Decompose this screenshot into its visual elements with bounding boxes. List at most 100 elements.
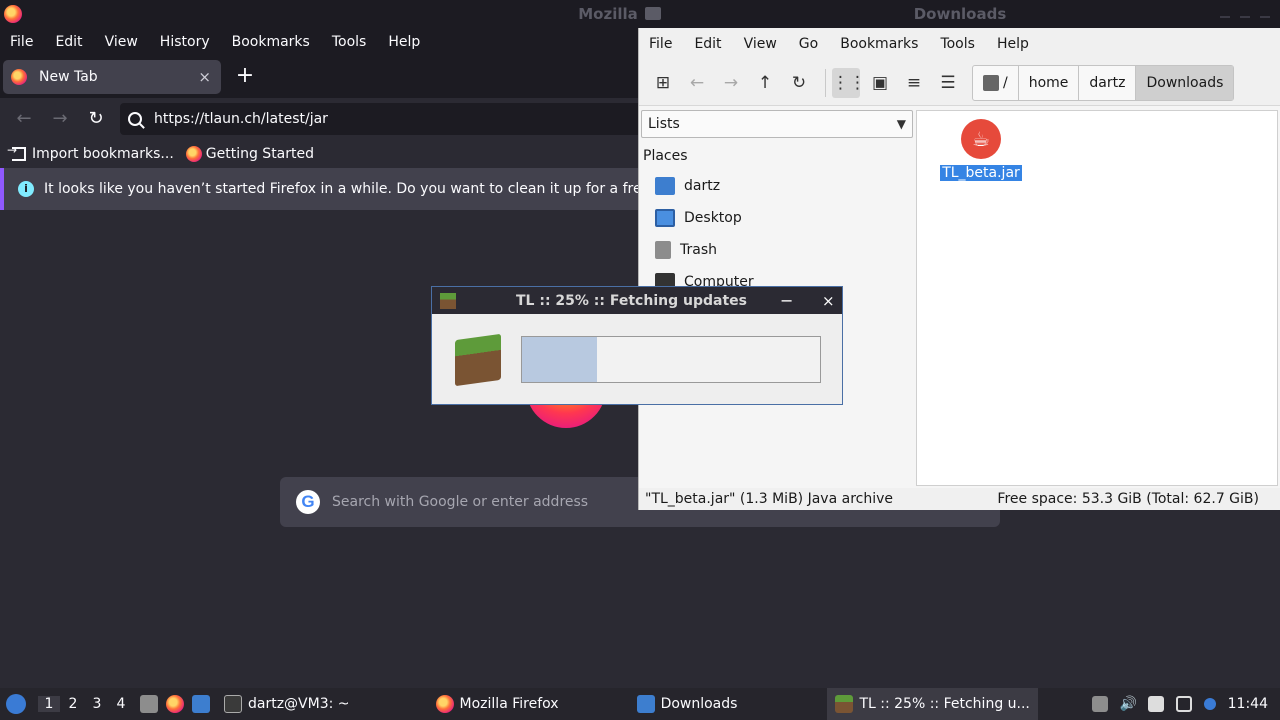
maximize-icon[interactable] bbox=[1240, 8, 1250, 18]
desktop-launcher-icon[interactable] bbox=[192, 695, 210, 713]
grass-block-icon bbox=[455, 333, 501, 387]
trash-icon bbox=[655, 241, 671, 259]
file-manager-launcher-icon[interactable] bbox=[140, 695, 158, 713]
breadcrumb-root[interactable]: / bbox=[973, 65, 1019, 100]
menu-help[interactable]: Help bbox=[388, 34, 420, 50]
notice-text: It looks like you haven’t started Firefo… bbox=[44, 181, 640, 197]
dialog-title: TL :: 25% :: Fetching updates bbox=[516, 292, 747, 309]
new-tab-button[interactable]: + bbox=[232, 64, 258, 90]
sidebar-mode-select[interactable]: Lists ▼ bbox=[641, 110, 913, 138]
back-button[interactable]: ← bbox=[12, 107, 36, 131]
task-label: Downloads bbox=[660, 696, 738, 712]
file-name: TL_beta.jar bbox=[940, 165, 1022, 181]
close-button[interactable]: × bbox=[822, 292, 835, 310]
folder-icon bbox=[645, 7, 661, 20]
bookmark-getting-started[interactable]: Getting Started bbox=[185, 146, 314, 162]
status-bar: "TL_beta.jar" (1.3 MiB) Java archive Fre… bbox=[639, 488, 1280, 510]
search-icon bbox=[128, 112, 142, 126]
clock[interactable]: 11:44 bbox=[1228, 696, 1268, 712]
task-downloads[interactable]: Downloads bbox=[629, 688, 746, 720]
tray-expand-icon[interactable] bbox=[1091, 696, 1108, 712]
breadcrumb-home[interactable]: home bbox=[1019, 65, 1080, 100]
volume-icon[interactable]: 🔊 bbox=[1120, 696, 1137, 712]
minimize-icon[interactable] bbox=[1220, 8, 1230, 18]
task-tl-launcher[interactable]: TL :: 25% :: Fetching u... bbox=[827, 688, 1038, 720]
status-selection: "TL_beta.jar" (1.3 MiB) Java archive bbox=[645, 491, 893, 507]
place-label: Desktop bbox=[684, 210, 742, 226]
minimize-button[interactable]: − bbox=[780, 291, 793, 310]
menu-go[interactable]: Go bbox=[799, 36, 818, 52]
clipboard-icon[interactable] bbox=[1147, 696, 1164, 712]
minecraft-icon bbox=[440, 292, 456, 309]
url-bar[interactable]: https://tlaun.ch/latest/jar bbox=[120, 103, 640, 135]
menu-view[interactable]: View bbox=[105, 34, 138, 50]
start-menu-icon[interactable] bbox=[6, 694, 26, 714]
back-icon[interactable]: ← bbox=[683, 68, 711, 98]
workspace-4[interactable]: 4 bbox=[110, 696, 132, 712]
menu-history[interactable]: History bbox=[160, 34, 210, 50]
reload-button[interactable]: ↻ bbox=[84, 107, 108, 131]
breadcrumb-dartz[interactable]: dartz bbox=[1079, 65, 1137, 100]
places-heading: Places bbox=[643, 148, 688, 164]
network-icon[interactable] bbox=[1175, 696, 1192, 712]
place-trash[interactable]: Trash bbox=[655, 238, 717, 262]
compact-view-icon[interactable]: ≡ bbox=[900, 68, 928, 98]
firefox-launcher-icon[interactable] bbox=[166, 695, 184, 713]
url-input[interactable]: https://tlaun.ch/latest/jar bbox=[154, 111, 328, 127]
detailed-view-icon[interactable]: ☰ bbox=[934, 68, 962, 98]
chevron-down-icon: ▼ bbox=[896, 117, 906, 131]
file-view[interactable]: ☕ TL_beta.jar bbox=[916, 110, 1278, 486]
workspace-3[interactable]: 3 bbox=[86, 696, 108, 712]
thumbnail-view-icon[interactable]: ▣ bbox=[866, 68, 894, 98]
workspace-2[interactable]: 2 bbox=[62, 696, 84, 712]
menu-file[interactable]: File bbox=[649, 36, 672, 52]
bookmark-import[interactable]: Import bookmarks... bbox=[7, 143, 174, 162]
task-label: TL :: 25% :: Fetching u... bbox=[859, 696, 1030, 712]
icon-view-icon[interactable]: ⋮⋮ bbox=[832, 67, 866, 98]
task-terminal[interactable]: dartz@VM3: ~ bbox=[216, 688, 358, 720]
menu-bookmarks[interactable]: Bookmarks bbox=[840, 36, 918, 52]
forward-icon[interactable]: → bbox=[717, 68, 745, 98]
folder-icon bbox=[636, 695, 655, 713]
workspace-1[interactable]: 1 bbox=[38, 696, 60, 712]
place-dartz[interactable]: dartz bbox=[655, 174, 720, 198]
menu-bookmarks[interactable]: Bookmarks bbox=[232, 34, 310, 50]
up-icon[interactable]: ↑ bbox=[751, 68, 779, 98]
info-icon: i bbox=[18, 181, 34, 197]
close-icon[interactable] bbox=[1260, 8, 1270, 18]
breadcrumb-downloads[interactable]: Downloads bbox=[1136, 65, 1234, 100]
menu-edit[interactable]: Edit bbox=[55, 34, 82, 50]
file-manager-window: File Edit View Go Bookmarks Tools Help ⊞… bbox=[638, 28, 1280, 510]
menu-help[interactable]: Help bbox=[997, 36, 1029, 52]
java-icon: ☕ bbox=[961, 119, 1001, 159]
menu-tools[interactable]: Tools bbox=[332, 34, 367, 50]
tab-new-tab[interactable]: New Tab × bbox=[3, 60, 221, 94]
task-label: Mozilla Firefox bbox=[459, 696, 559, 712]
search-placeholder: Search with Google or enter address bbox=[332, 494, 589, 510]
firefox-icon bbox=[4, 5, 22, 23]
task-firefox[interactable]: Mozilla Firefox bbox=[428, 688, 567, 720]
place-desktop[interactable]: Desktop bbox=[655, 206, 742, 230]
firefox-menubar: File Edit View History Bookmarks Tools H… bbox=[0, 28, 640, 56]
place-label: Trash bbox=[680, 242, 717, 258]
taskbar: 1 2 3 4 dartz@VM3: ~ Mozilla Firefox Dow… bbox=[0, 688, 1280, 720]
tab-label: New Tab bbox=[39, 69, 98, 85]
drive-icon bbox=[983, 74, 999, 91]
menu-tools[interactable]: Tools bbox=[940, 36, 975, 52]
terminal-icon bbox=[224, 695, 242, 713]
firefox-icon bbox=[185, 146, 202, 162]
new-tab-icon[interactable]: ⊞ bbox=[649, 68, 677, 98]
sidebar-mode-value: Lists bbox=[648, 116, 680, 132]
update-notifier-icon[interactable] bbox=[1203, 698, 1216, 710]
tab-close-icon[interactable]: × bbox=[198, 68, 211, 86]
forward-button[interactable]: → bbox=[48, 107, 72, 131]
dialog-titlebar[interactable]: TL :: 25% :: Fetching updates − × bbox=[432, 287, 842, 314]
file-item[interactable]: ☕ TL_beta.jar bbox=[939, 119, 1023, 181]
reload-icon[interactable]: ↻ bbox=[785, 68, 813, 98]
place-label: dartz bbox=[684, 178, 721, 194]
menu-view[interactable]: View bbox=[744, 36, 777, 52]
menu-edit[interactable]: Edit bbox=[694, 36, 721, 52]
menu-file[interactable]: File bbox=[10, 34, 33, 50]
file-manager-toolbar: ⊞ ← → ↑ ↻ ⋮⋮ ▣ ≡ ☰ / home dartz Download… bbox=[639, 60, 1280, 106]
minecraft-icon bbox=[835, 695, 854, 713]
